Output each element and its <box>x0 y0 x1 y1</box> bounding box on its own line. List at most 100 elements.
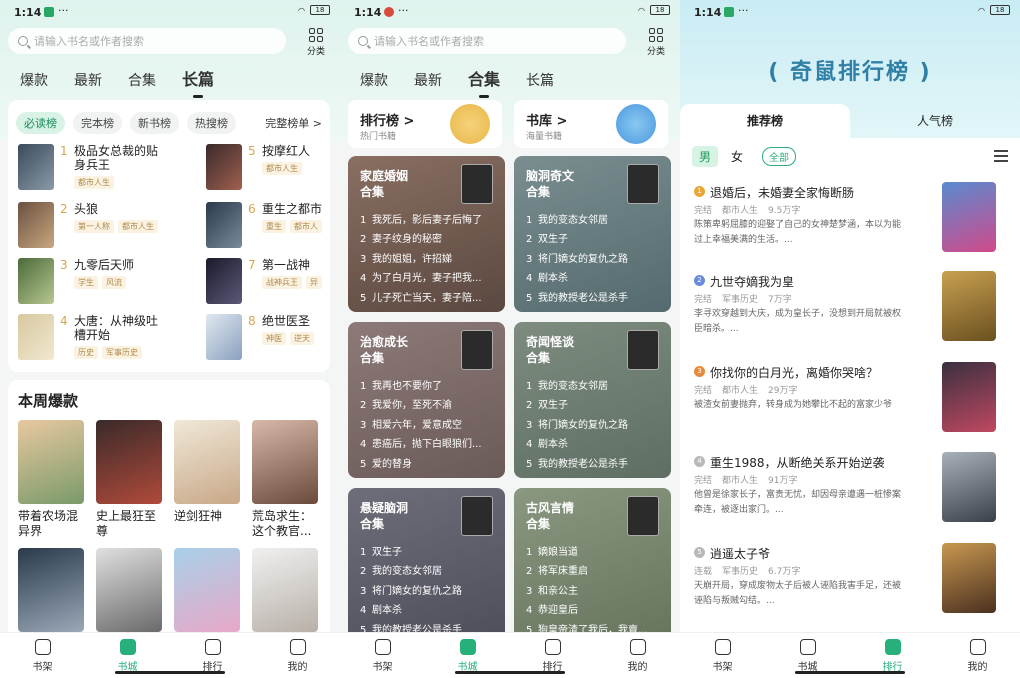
ranking-tabs: 推荐榜 人气榜 <box>680 104 1020 138</box>
book-title: 绝世医圣 <box>262 314 311 328</box>
collection-list: 1 我再也不要你了 2 我爱你，至死不渝 3 相爱六年，爱意成空 4 患癌后，抛下白眼狼… <box>360 377 495 474</box>
filter-female[interactable]: 女 <box>724 146 750 167</box>
nav-bookshelf[interactable]: 书架 <box>340 633 425 678</box>
pill-must-read[interactable]: 必读榜 <box>16 112 65 134</box>
search-input[interactable]: 请输入书名或作者搜索 <box>348 28 626 54</box>
collection-item[interactable]: 3 将门嫡女的复仇之路 <box>526 416 661 435</box>
ranking-list-item[interactable]: 1 退婚后，未婚妻全家悔断肠 完结 都市人生 9.5万字 陈策卑躬屈膝的迎娶了自己的… <box>694 182 1010 272</box>
pill-new[interactable]: 新书榜 <box>130 112 179 134</box>
filter-male[interactable]: 男 <box>692 146 719 167</box>
nav-bookshelf[interactable]: 书架 <box>0 633 85 678</box>
collection-card-family[interactable]: 家庭婚姻 合集 1 我死后，影后妻子后悔了 2 妻子纹身的秘密 3 我的姐姐，许招娣 … <box>348 156 505 312</box>
ranking-icon <box>544 639 561 655</box>
search-input[interactable]: 请输入书名或作者搜索 <box>8 28 286 54</box>
pill-completed[interactable]: 完本榜 <box>73 112 122 134</box>
nav-mine[interactable]: 我的 <box>255 633 340 678</box>
rank-item[interactable]: 5 按摩红人 都市人生 <box>206 144 330 192</box>
tab-latest[interactable]: 最新 <box>414 70 442 90</box>
collection-card-brainhole[interactable]: 脑洞奇文 合集 1 我的变态女邻居 2 双生子 3 将门嫡女的复仇之路 4 剧本杀 5我… <box>514 156 671 312</box>
collection-item[interactable]: 3 将门嫡女的复仇之路 <box>360 582 495 601</box>
book-meta: 完结 都市人生 91万字 <box>694 476 798 486</box>
collection-item[interactable]: 1 我的变态女邻居 <box>526 211 661 230</box>
ranking-list-item[interactable]: 4 重生1988，从断绝关系开始逆袭 完结 都市人生 91万字 他曾是徐家长子，富贵… <box>694 452 1010 542</box>
weekly-book[interactable] <box>96 548 162 632</box>
weekly-book[interactable]: 史上最狂至尊 <box>96 420 162 539</box>
collection-item[interactable]: 2 将军床重启 <box>526 562 661 581</box>
tab-popular[interactable]: 人气榜 <box>850 104 1020 138</box>
nav-bookshelf[interactable]: 书架 <box>680 633 765 678</box>
rank-item[interactable]: 1 极品女总裁的贴身兵王 都市人生 <box>18 144 168 192</box>
collection-item[interactable]: 1 双生子 <box>360 543 495 562</box>
collection-item[interactable]: 4 剧本杀 <box>526 269 661 288</box>
collection-item[interactable]: 2 妻子纹身的秘密 <box>360 230 495 249</box>
filter-all[interactable]: 全部 <box>762 147 797 166</box>
collection-item[interactable]: 2 双生子 <box>526 396 661 415</box>
collection-item[interactable]: 4 剧本杀 <box>360 601 495 620</box>
weekly-book[interactable]: 逆剑狂神 <box>174 420 240 524</box>
rank-item[interactable]: 7 第一战神 战神兵王异 <box>206 258 330 306</box>
collection-item[interactable]: 5 我的教授老公是杀手 <box>526 289 661 308</box>
collection-item[interactable]: 4 恭迎皇后 <box>526 601 661 620</box>
profile-icon <box>289 639 306 655</box>
collection-item[interactable]: 3 相爱六年，爱意成空 <box>360 416 495 435</box>
book-tag: 异 <box>306 276 322 289</box>
collection-item[interactable]: 4 剧本杀 <box>526 435 661 454</box>
status-time: 1:14 <box>694 6 722 19</box>
rank-item[interactable]: 8 绝世医圣 神医 逆天 <box>206 314 330 362</box>
collection-item[interactable]: 4 为了白月光，妻子把我... <box>360 269 495 288</box>
collection-item[interactable]: 3 将门嫡女的复仇之路 <box>526 250 661 269</box>
collection-card-suspense[interactable]: 悬疑脑洞 合集 1 双生子 2 我的变态女邻居 3 将门嫡女的复仇之路 4 剧本杀 5我… <box>348 488 505 644</box>
collection-item[interactable]: 1 我的变态女邻居 <box>526 377 661 396</box>
weekly-book[interactable]: 带着农场混异界 <box>18 420 84 539</box>
full-ranking-link[interactable]: 完整榜单 > <box>265 115 322 131</box>
tab-hot[interactable]: 爆款 <box>20 70 48 90</box>
nav-mine[interactable]: 我的 <box>935 633 1020 678</box>
nav-mine[interactable]: 我的 <box>595 633 680 678</box>
tab-collection[interactable]: 合集 <box>128 70 156 90</box>
tab-long[interactable]: 长篇 <box>182 66 214 98</box>
pill-trending[interactable]: 热搜榜 <box>187 112 236 134</box>
weekly-book[interactable]: 荒岛求生：这个教官... <box>252 420 318 539</box>
collection-item[interactable]: 3 和亲公主 <box>526 582 661 601</box>
collection-item[interactable]: 2 双生子 <box>526 230 661 249</box>
bookshelf-icon <box>34 639 51 655</box>
rank-badge: 1 <box>694 186 705 197</box>
rank-item[interactable]: 6 重生之都市 重生 都市人 <box>206 202 330 250</box>
tab-collection[interactable]: 合集 <box>468 66 500 98</box>
menu-icon[interactable] <box>994 150 1008 165</box>
library-entry-card[interactable]: 书库 > 海量书籍 <box>514 100 668 148</box>
top-tabs: 爆款 最新 合集 长篇 <box>20 66 214 98</box>
weekly-book[interactable] <box>174 548 240 632</box>
collection-card-healing[interactable]: 治愈成长 合集 1 我再也不要你了 2 我爱你，至死不渝 3 相爱六年，爱意成空 4患… <box>348 322 505 478</box>
book-cover <box>18 202 54 248</box>
rank-item[interactable]: 2 头狼 第一人称 都市人生 <box>18 202 168 250</box>
ranking-entry-card[interactable]: 排行榜 > 热门书籍 <box>348 100 502 148</box>
rank-item[interactable]: 3 九零后天师 学生 风流 <box>18 258 168 306</box>
collection-item[interactable]: 2 我爱你，至死不渝 <box>360 396 495 415</box>
tab-latest[interactable]: 最新 <box>74 70 102 90</box>
tab-recommended[interactable]: 推荐榜 <box>680 104 850 138</box>
ranking-list-item[interactable]: 3 你找你的白月光，离婚你哭啥？ 完结 都市人生 29万字 被渣女前妻抛弃，转身成为… <box>694 362 1010 452</box>
tab-hot[interactable]: 爆款 <box>360 70 388 90</box>
collection-item[interactable]: 1 我再也不要你了 <box>360 377 495 396</box>
category-button[interactable]: 分类 <box>642 28 670 57</box>
tab-long[interactable]: 长篇 <box>526 70 554 90</box>
collection-card-strange[interactable]: 奇闻怪谈 合集 1 我的变态女邻居 2 双生子 3 将门嫡女的复仇之路 4 剧本杀 5我… <box>514 322 671 478</box>
book-cover <box>206 258 242 304</box>
collection-item[interactable]: 5 爱的替身 <box>360 455 495 474</box>
ranking-list-item[interactable]: 5 逍遥太子爷 连载 军事历史 6.7万字 天崩开局，穿成废物太子后被人诬陷我害手足… <box>694 543 1010 633</box>
rank-badge: 3 <box>694 366 705 377</box>
collection-item[interactable]: 1 我死后，影后妻子后悔了 <box>360 211 495 230</box>
weekly-book[interactable] <box>252 548 318 632</box>
collection-item[interactable]: 3 我的姐姐，许招娣 <box>360 250 495 269</box>
collection-card-ancient[interactable]: 古风言情 合集 1 嫡娘当道 2 将军床重启 3 和亲公主 4 恭迎皇后 5 狗皇帝渣了我… <box>514 488 671 644</box>
collection-item[interactable]: 5 我的教授老公是杀手 <box>526 455 661 474</box>
collection-item[interactable]: 4 患癌后，抛下白眼狼们... <box>360 435 495 454</box>
collection-item[interactable]: 5 儿子死亡当天，妻子陪... <box>360 289 495 308</box>
ranking-list-item[interactable]: 2 九世夺嫡我为皇 完结 军事历史 7万字 李寻欢穿越到大庆，成为皇长子，没想到开局… <box>694 271 1010 361</box>
rank-item[interactable]: 4 大唐：从神级吐槽开始 历史 军事历史 <box>18 314 168 362</box>
weekly-book[interactable] <box>18 548 84 632</box>
category-button[interactable]: 分类 <box>302 28 330 57</box>
collection-item[interactable]: 1 嫡娘当道 <box>526 543 661 562</box>
collection-item[interactable]: 2 我的变态女邻居 <box>360 562 495 581</box>
